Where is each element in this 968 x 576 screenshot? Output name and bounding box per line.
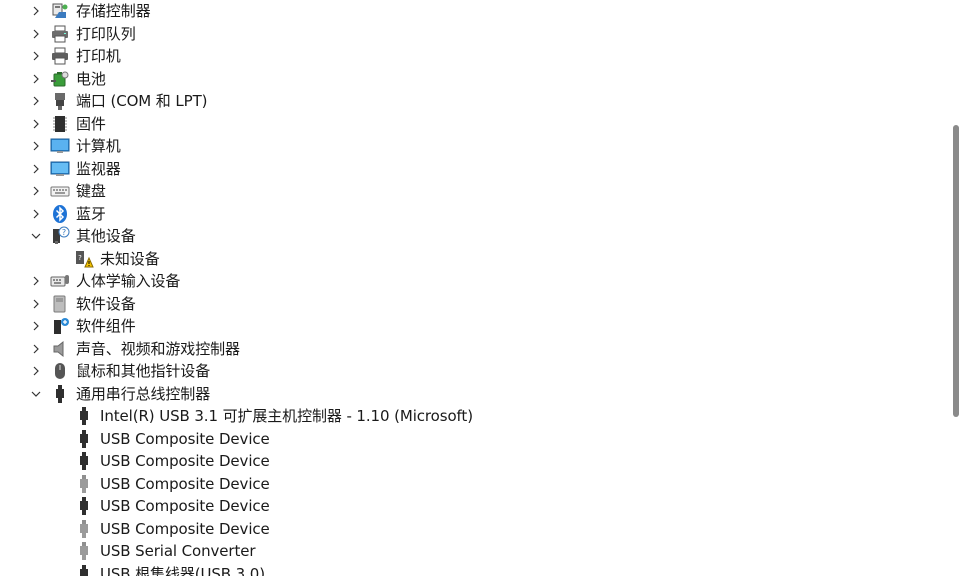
tree-item-ports[interactable]: 端口 (COM 和 LPT) [0,90,940,112]
chevron-right-icon[interactable] [30,28,42,40]
chevron-right-icon[interactable] [30,298,42,310]
chevron-right-icon[interactable] [30,95,42,107]
chevron-right-icon[interactable] [30,208,42,220]
print-queue-icon [50,24,70,44]
usb-icon [74,496,94,516]
chevron-right-icon[interactable] [30,320,42,332]
tree-item-label: 打印队列 [76,25,136,43]
tree-item-sound[interactable]: 声音、视频和游戏控制器 [0,338,940,360]
tree-item-usb-host[interactable]: Intel(R) USB 3.1 可扩展主机控制器 - 1.10 (Micros… [0,405,940,427]
speaker-icon [50,339,70,359]
tree-item-label: USB Composite Device [100,475,270,493]
tree-item-usb-composite-2[interactable]: USB Composite Device [0,450,940,472]
svg-text:?: ? [62,228,66,237]
tree-item-label: 其他设备 [76,227,136,245]
device-tree[interactable]: 存储控制器打印队列打印机电池端口 (COM 和 LPT) 固件计算机监视器键盘蓝牙… [0,0,946,576]
tree-item-label: 未知设备 [100,250,160,268]
tree-item-label: 键盘 [76,182,106,200]
tree-item-battery[interactable]: 电池 [0,68,940,90]
tree-item-firmware[interactable]: 固件 [0,113,940,135]
tree-item-label: 打印机 [76,47,121,65]
monitor-icon [50,159,70,179]
tree-item-label: USB Composite Device [100,497,270,515]
tree-item-mice[interactable]: 鼠标和其他指针设备 [0,360,940,382]
chevron-right-icon[interactable] [30,50,42,62]
tree-item-label: 蓝牙 [76,205,106,223]
tree-item-label: 鼠标和其他指针设备 [76,362,211,380]
usb-icon [74,406,94,426]
other-devices-icon: ? [50,226,70,246]
chevron-right-icon[interactable] [30,185,42,197]
usb-icon-grey [74,519,94,539]
chevron-down-icon[interactable] [30,230,42,242]
tree-item-label: USB Composite Device [100,430,270,448]
svg-text:?: ? [78,254,82,262]
chevron-right-icon[interactable] [30,343,42,355]
tree-item-label: 存储控制器 [76,2,151,20]
storage-controller-icon [50,1,70,21]
usb-icon [74,451,94,471]
tree-item-computer[interactable]: 计算机 [0,135,940,157]
tree-item-label: 电池 [76,70,106,88]
tree-item-label: Intel(R) USB 3.1 可扩展主机控制器 - 1.10 (Micros… [100,407,473,425]
tree-item-label: 通用串行总线控制器 [76,385,211,403]
tree-item-label: 计算机 [76,137,121,155]
usb-icon [74,429,94,449]
tree-item-usb-composite-1[interactable]: USB Composite Device [0,428,940,450]
tree-item-label: USB Serial Converter [100,542,256,560]
tree-item-label: USB Composite Device [100,520,270,538]
tree-item-other-devices[interactable]: ? 其他设备 [0,225,940,247]
tree-item-usb-composite-4[interactable]: USB Composite Device [0,495,940,517]
tree-item-monitors[interactable]: 监视器 [0,158,940,180]
chevron-right-icon[interactable] [30,365,42,377]
usb-icon [50,384,70,404]
bluetooth-icon [50,204,70,224]
tree-item-print-queue[interactable]: 打印队列 [0,23,940,45]
chevron-right-icon[interactable] [30,118,42,130]
scrollbar-thumb[interactable] [953,125,959,417]
chevron-right-icon[interactable] [30,275,42,287]
computer-icon [50,136,70,156]
battery-icon [50,69,70,89]
tree-item-label: 软件设备 [76,295,136,313]
chevron-right-icon[interactable] [30,140,42,152]
tree-item-label: 软件组件 [76,317,136,335]
tree-item-label: 端口 (COM 和 LPT) [76,92,208,110]
mouse-icon [50,361,70,381]
tree-item-keyboards[interactable]: 键盘 [0,180,940,202]
tree-item-label: 监视器 [76,160,121,178]
tree-item-usb[interactable]: 通用串行总线控制器 [0,383,940,405]
tree-item-software-components[interactable]: 软件组件 [0,315,940,337]
hid-icon [50,271,70,291]
tree-item-unknown-device[interactable]: ? 未知设备 [0,248,940,270]
tree-item-label: 人体学输入设备 [76,272,181,290]
port-icon [50,91,70,111]
chevron-right-icon[interactable] [30,73,42,85]
tree-item-hid[interactable]: 人体学输入设备 [0,270,940,292]
chevron-down-icon[interactable] [30,388,42,400]
keyboard-icon [50,181,70,201]
tree-item-software-devices[interactable]: 软件设备 [0,293,940,315]
tree-item-printers[interactable]: 打印机 [0,45,940,67]
tree-item-label: USB Composite Device [100,452,270,470]
unknown-device-warning-icon: ? [74,249,94,269]
tree-item-storage[interactable]: 存储控制器 [0,0,940,22]
tree-item-usb-serial[interactable]: USB Serial Converter [0,540,940,562]
chevron-right-icon[interactable] [30,5,42,17]
firmware-icon [50,114,70,134]
printer-icon [50,46,70,66]
usb-icon-grey [74,474,94,494]
tree-item-label: 声音、视频和游戏控制器 [76,340,240,358]
usb-icon [74,564,94,576]
tree-item-label: 固件 [76,115,106,133]
chevron-right-icon[interactable] [30,163,42,175]
software-component-icon [50,316,70,336]
tree-item-usb-composite-3[interactable]: USB Composite Device [0,473,940,495]
tree-item-label: USB 根集线器(USB 3.0) [100,565,265,576]
usb-icon-grey [74,541,94,561]
tree-item-usb-composite-5[interactable]: USB Composite Device [0,518,940,540]
tree-item-bluetooth[interactable]: 蓝牙 [0,203,940,225]
tree-item-usb-hub[interactable]: USB 根集线器(USB 3.0) [0,563,940,576]
software-device-icon [50,294,70,314]
